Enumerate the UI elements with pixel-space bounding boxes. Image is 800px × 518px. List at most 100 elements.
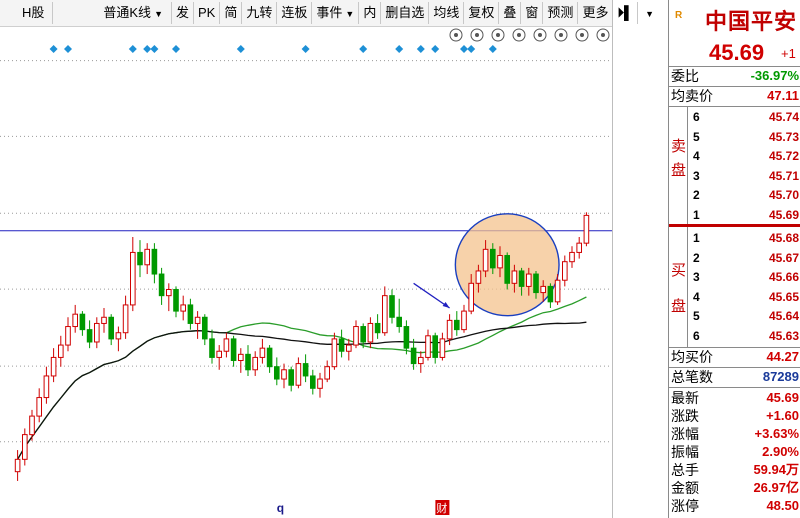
candle-down [245,353,251,371]
candle-down [151,248,158,275]
avg-buy-label: 均买价 [671,349,713,365]
toolbar-pk-button[interactable]: PK [194,2,221,24]
zoom-in-icon[interactable] [575,28,589,42]
stock-type-button[interactable]: H股 [0,2,54,24]
buy-level-row-price: 45.67 [768,250,799,265]
event-text-markers: q财 [277,282,450,515]
candle-down [360,326,367,343]
toolbar-fa-button[interactable]: 发 [172,2,194,24]
avg-buy-value: 44.27 [766,349,799,364]
zoom-out-icon[interactable] [596,28,610,42]
candle-up [525,273,532,287]
sell-level-row-level: 5 [693,129,700,144]
candle-down [230,338,237,362]
event-diamond-icon [395,45,404,53]
weibi-label: 委比 [671,68,699,84]
avg-sell-value: 47.11 [767,88,799,103]
candle-up [561,261,568,281]
quote-panel: R 中国平安 45.69 +1 委比 -36.97% 均卖价 47.11 卖 盘… [668,0,800,518]
candle-up [569,251,575,263]
candle-up [417,356,424,365]
candle-up [165,288,172,297]
stat-value: +3.63% [754,426,799,441]
candle-up [281,369,287,380]
stat-label: 总手 [671,462,699,478]
total-trades-row: 总笔数 87289 [669,368,800,386]
play-icon[interactable] [491,28,505,42]
stat-value: 2.90% [762,444,799,459]
toolbar-nei-button[interactable]: 内 [359,2,382,24]
event-diamond-markers [49,45,497,53]
divider [669,387,800,388]
candle-down [389,295,395,318]
candle-up [353,326,359,346]
price-change: +1 [781,46,796,61]
candle-down [302,363,309,377]
eye-icon[interactable] [449,28,463,42]
toolbar-event-dropdown[interactable]: 事件 ▼ [312,2,360,24]
play-icon-glyph [496,33,500,37]
candle-up [439,338,446,358]
candle-up [461,310,467,331]
toolbar-jiuzhuan-button[interactable]: 九转 [242,2,278,24]
candle-up [324,366,331,380]
stat-value: 59.94万 [753,462,799,477]
stat-value: 45.69 [766,390,799,405]
toolbar-lianban-button[interactable]: 连板 [277,2,313,24]
toolbar-remove-watchlist-button[interactable]: 删自选 [381,2,430,24]
hand-icon[interactable] [470,28,484,42]
chart-tool-icons [449,28,610,42]
toolbar-overlay-button[interactable]: 叠 [499,2,522,24]
stat-row: 涨跌 +1.60 [669,407,800,425]
total-trades-label: 总笔数 [671,369,713,385]
buy-level-row-price: 45.68 [768,231,799,245]
stat-value: +1.60 [766,408,799,423]
toolbar-adjust-button[interactable]: 复权 [464,2,500,24]
candle-up [194,316,201,324]
candle-up [93,322,100,343]
total-trades-value: 87289 [762,369,799,384]
arrow-head-icon [442,302,450,309]
buy-level-row-level: 3 [693,270,700,284]
candle-down [266,347,273,368]
sell-level-row: 1 45.69 [669,206,800,224]
lock-icon[interactable] [554,28,568,42]
toolbar-menu-dropdown[interactable]: ▼ [638,2,658,24]
avg-sell-row: 均卖价 47.11 [669,87,800,105]
candle-up [101,316,107,324]
stat-label: 涨跌 [671,408,699,424]
candle-up [36,397,43,417]
kline-chart[interactable]: 50.2147.7645.2742.8140.3237.87 q财 [0,27,612,518]
stat-label: 涨停 [671,498,699,514]
sell-level-row-price: 45.72 [768,149,799,163]
candle-down [453,319,460,331]
buy-level-row-price: 45.64 [768,309,799,323]
candle-up [345,344,352,352]
toolbar-ma-button[interactable]: 均线 [429,2,465,24]
chevron-down-icon: ▼ [154,9,163,19]
candle-up [180,304,187,312]
toolbar-more-button[interactable]: 更多 [578,2,614,24]
stock-name: 中国平安 [705,9,798,35]
kline-type-dropdown[interactable]: 普通K线 ▼ [53,2,172,24]
candle-up [14,458,21,473]
candle-down [547,285,554,303]
candle-up [425,335,431,358]
toolbar-forecast-button[interactable]: 预测 [543,2,579,24]
candle-up [576,242,583,253]
panel-divider [612,0,613,518]
toolbar-panel-toggle-button[interactable]: ⏵▌ [613,2,639,24]
sell-level-row: 2 45.70 [669,186,800,204]
undo-icon[interactable] [512,28,526,42]
scissors-icon[interactable] [533,28,547,42]
stat-value: 48.50 [766,498,799,513]
candle-up [540,285,547,294]
stat-row: 金额 26.97亿 [669,479,800,497]
toolbar-jian-button[interactable]: 简 [220,2,243,24]
weibi-value: -36.97% [750,68,799,83]
toolbar-window-button[interactable]: 窗 [521,2,544,24]
candle-up [317,378,323,389]
sell-level-row: 3 45.71 [669,167,800,185]
buy-level-row-level: 5 [693,309,700,323]
candle-up [367,322,374,343]
